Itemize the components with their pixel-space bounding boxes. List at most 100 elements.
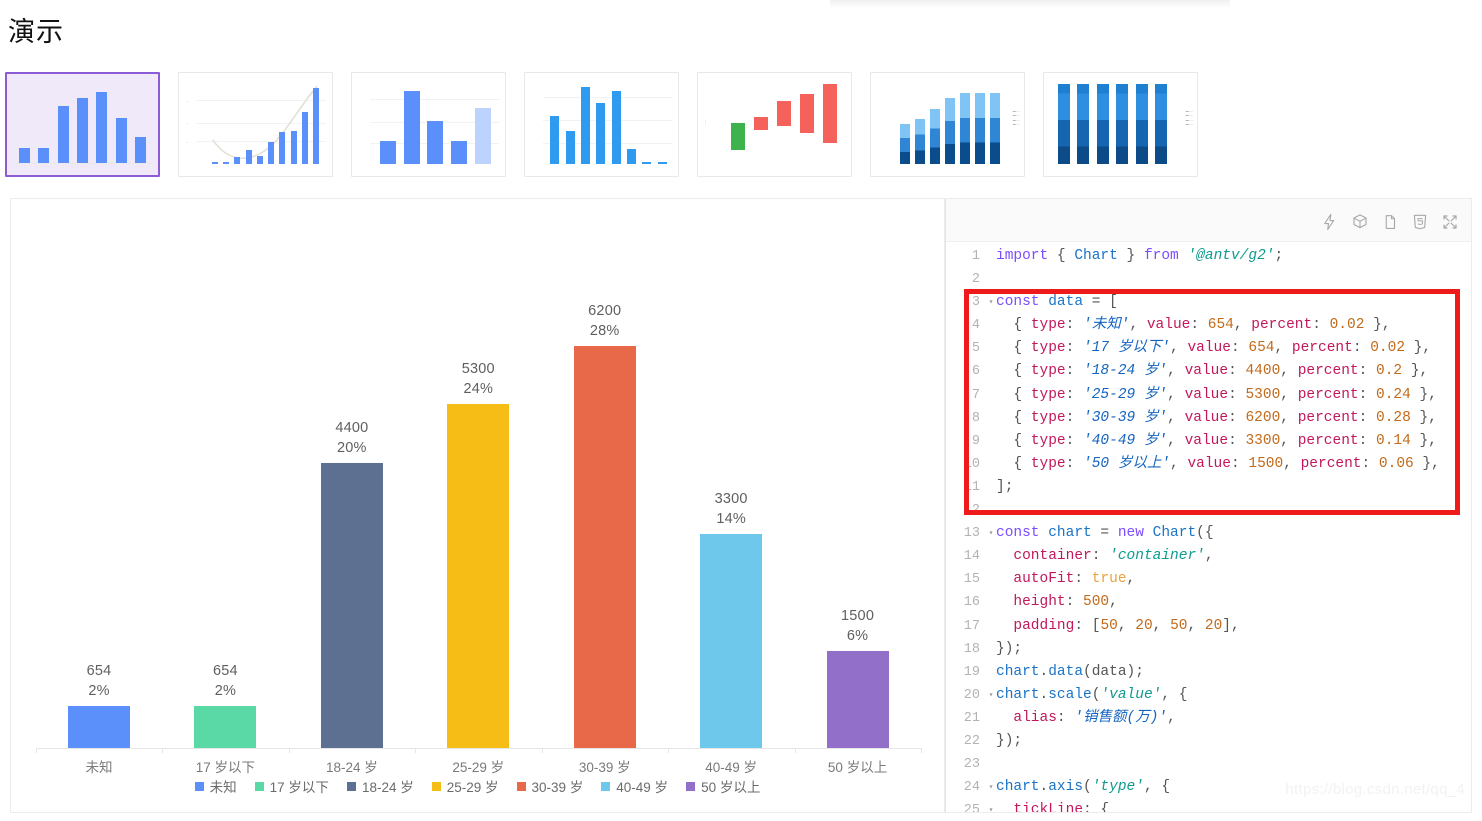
code-line[interactable]: 7 { type: '25-29 岁', value: 5300, percen… [946, 384, 1471, 407]
fold-arrow-icon[interactable]: ▾ [986, 799, 996, 812]
thumbnail-column-highlight-chart[interactable] [351, 72, 506, 177]
bar-column[interactable]: 1500 6% [795, 606, 921, 748]
bar-column[interactable]: 6200 28% [542, 301, 668, 748]
fold-arrow-icon[interactable]: ▾ [986, 776, 996, 799]
line-number: 23 [963, 757, 980, 773]
code-line[interactable]: 17 padding: [50, 20, 50, 20], [946, 615, 1471, 638]
bar[interactable] [194, 706, 257, 748]
bar[interactable] [573, 346, 636, 748]
code-line[interactable]: 15 autoFit: true, [946, 568, 1471, 591]
line-number: 22 [963, 733, 980, 749]
bar[interactable] [826, 651, 889, 748]
code-line[interactable]: 10 { type: '50 岁以上', value: 1500, percen… [946, 453, 1471, 476]
fold-arrow-icon[interactable]: ▾ [986, 522, 996, 545]
bar-percent-label: 14% [716, 511, 746, 527]
bar[interactable] [320, 463, 383, 748]
code-text: { type: '50 岁以上', value: 1500, percent: … [996, 455, 1440, 472]
code-line[interactable]: 4 { type: '未知', value: 654, percent: 0.0… [946, 314, 1471, 337]
mini-bar-group [897, 81, 1002, 164]
legend-item[interactable]: 40-49 岁 [601, 776, 668, 796]
legend-label: 25-29 岁 [446, 780, 499, 795]
code-lines[interactable]: 1 import { Chart } from '@antv/g2'; 2 3 ▾ con… [946, 245, 1471, 812]
chart-preview-pane: 654 2% 未知 654 2% 17 岁以下 4400 20% 18-24 岁 5300 24% 2… [10, 198, 945, 813]
line-number: 24 [963, 780, 980, 796]
code-line[interactable]: 21 alias: '销售额(万)', [946, 707, 1471, 730]
x-axis-tick [162, 748, 164, 753]
bar[interactable] [68, 706, 130, 748]
code-line[interactable]: 8 { type: '30-39 岁', value: 6200, percen… [946, 407, 1471, 430]
code-line[interactable]: 14 container: 'container', [946, 545, 1471, 568]
code-editor-pane: 1 import { Chart } from '@antv/g2'; 2 3 ▾ con… [945, 198, 1472, 813]
code-line[interactable]: 5 { type: '17 岁以下', value: 654, percent:… [946, 337, 1471, 360]
code-line[interactable]: 25 ▾ tickLine: { [946, 799, 1471, 812]
bar-column[interactable]: 3300 14% [668, 489, 794, 748]
thumbnail-basic-column-chart[interactable] [5, 72, 160, 177]
line-number: 12 [963, 503, 980, 519]
bar-value-label: 3300 [714, 491, 748, 507]
line-number: 14 [963, 549, 980, 565]
thumbnail-waterfall-chart[interactable]: ── [697, 72, 852, 177]
code-line[interactable]: 11]; [946, 476, 1471, 499]
code-text: container: 'container', [1013, 548, 1214, 565]
code-line[interactable]: 18}); [946, 638, 1471, 661]
mini-legend: ▬── ▬── ▬── ▬── [1185, 109, 1193, 126]
code-line[interactable]: 22}); [946, 730, 1471, 753]
code-text: }); [996, 732, 1023, 749]
x-axis-tick [668, 748, 670, 753]
code-text: { type: '18-24 岁', value: 4400, percent:… [996, 363, 1429, 380]
code-line[interactable]: 3 ▾ const data = [ [946, 291, 1471, 314]
thumbnail-percent-stacked-column-chart[interactable]: ▬── ▬── ▬── ▬── [1043, 72, 1198, 177]
bar-column[interactable]: 5300 24% [415, 359, 541, 748]
bar-percent-label: 20% [337, 440, 367, 456]
code-line[interactable]: 6 { type: '18-24 岁', value: 4400, percen… [946, 360, 1471, 383]
bar[interactable] [700, 534, 763, 748]
legend-swatch [194, 781, 204, 791]
thumbnail-column-with-line-chart[interactable]: ─ ─ ─ [178, 72, 333, 177]
bar-column[interactable]: 654 2% [162, 661, 288, 748]
thumbnail-grouped-column-chart[interactable] [524, 72, 679, 177]
code-line[interactable]: 19 chart.data(data); [946, 661, 1471, 684]
code-line[interactable]: 1 import { Chart } from '@antv/g2'; [946, 245, 1471, 268]
line-number: 15 [963, 572, 980, 588]
x-axis-label: 30-39 岁 [578, 760, 631, 775]
line-number: 20 [963, 687, 980, 703]
code-line[interactable]: 23 [946, 753, 1471, 776]
code-line[interactable]: 16 height: 500, [946, 591, 1471, 614]
code-line[interactable]: 12 [946, 499, 1471, 522]
legend-label: 30-39 岁 [531, 780, 584, 795]
x-axis-tick [415, 748, 417, 753]
code-text: }); [996, 640, 1023, 657]
bar-value-label: 6200 [588, 303, 622, 319]
thumbnail-preview: ▬── ▬── ▬── ▬── [1044, 79, 1197, 168]
x-axis-label: 50 岁以上 [827, 760, 888, 775]
thumbnail-stacked-column-chart[interactable]: ▬── ▬── ▬── ▬── [870, 72, 1025, 177]
code-text: import { Chart } from '@antv/g2'; [996, 248, 1284, 264]
legend-swatch [686, 781, 696, 791]
bar[interactable] [447, 404, 510, 748]
legend-item[interactable]: 50 岁以上 [686, 776, 760, 796]
legend-item[interactable]: 17 岁以下 [254, 776, 329, 796]
line-number: 7 [971, 387, 980, 403]
fullscreen-icon[interactable] [1441, 213, 1459, 231]
legend-item[interactable]: 30-39 岁 [516, 776, 584, 796]
code-line[interactable]: 20 ▾ chart.scale('value', { [946, 684, 1471, 707]
main-content: 654 2% 未知 654 2% 17 岁以下 4400 20% 18-24 岁 5300 24% 2… [10, 198, 1472, 813]
legend-item[interactable]: 25-29 岁 [431, 776, 499, 796]
code-line[interactable]: 9 { type: '40-49 岁', value: 3300, percen… [946, 430, 1471, 453]
fold-arrow-icon[interactable]: ▾ [986, 291, 996, 314]
line-number: 21 [963, 710, 980, 726]
fold-arrow-icon[interactable]: ▾ [986, 684, 996, 707]
lightning-icon[interactable] [1321, 213, 1339, 231]
code-text: { type: '25-29 岁', value: 5300, percent:… [996, 386, 1437, 403]
html5-badge-icon[interactable] [1411, 213, 1429, 231]
bar-column[interactable]: 4400 20% [289, 418, 415, 748]
x-axis-label: 25-29 岁 [452, 760, 505, 775]
code-line[interactable]: 2 [946, 268, 1471, 291]
code-line[interactable]: 13 ▾ const chart = new Chart({ [946, 522, 1471, 545]
legend-item[interactable]: 未知 [194, 776, 237, 796]
codesandbox-cube-icon[interactable] [1351, 213, 1369, 231]
bar-column[interactable]: 654 2% [36, 661, 162, 748]
legend-item[interactable]: 18-24 岁 [346, 776, 414, 796]
copy-file-icon[interactable] [1381, 213, 1399, 231]
x-axis-tick [36, 748, 37, 753]
